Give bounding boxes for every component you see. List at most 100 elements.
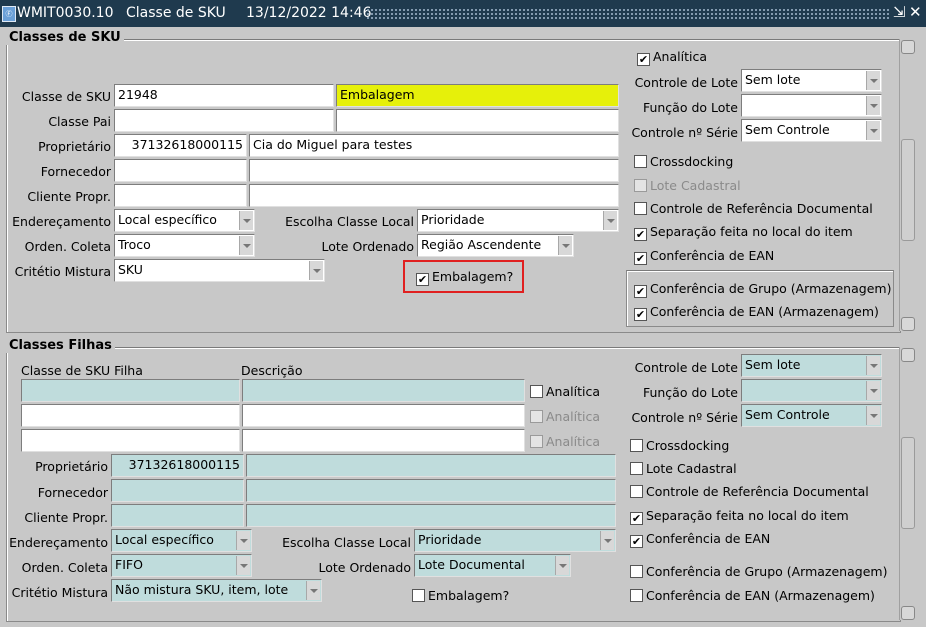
classe-sku-code-field[interactable]: 21948 — [114, 84, 334, 107]
checkbox-box[interactable] — [630, 462, 643, 475]
restore-icon[interactable]: ⇲ — [893, 3, 906, 21]
controle-serie-select[interactable]: Sem Controle — [741, 119, 882, 142]
filha-enderecamento-select[interactable]: Local específico — [111, 529, 252, 552]
chevron-down-icon[interactable] — [866, 381, 880, 400]
cliente-code-field[interactable] — [114, 184, 247, 207]
filha-controle-lote-label: Controle de Lote — [634, 360, 738, 375]
checkbox-box[interactable]: ✔ — [637, 53, 650, 66]
checkbox-box[interactable] — [630, 589, 643, 602]
conferencia-ean-checkbox[interactable]: ✔ Conferência de EAN — [634, 248, 774, 265]
checkbox-box[interactable]: ✔ — [630, 512, 643, 525]
sku-scrollbar[interactable] — [899, 39, 915, 331]
checkbox-box[interactable] — [630, 565, 643, 578]
chevron-down-icon[interactable] — [306, 581, 320, 600]
embalagem-checkbox[interactable]: ✔ Embalagem? — [416, 269, 513, 286]
filha-fornecedor-code — [111, 479, 244, 502]
checkbox-box[interactable]: ✔ — [634, 252, 647, 265]
chevron-down-icon[interactable] — [558, 236, 572, 255]
lote-ordenado-select[interactable]: Região Ascendente — [417, 234, 574, 257]
filha-lote-ordenado-select[interactable]: Lote Documental — [414, 554, 571, 577]
chevron-down-icon[interactable] — [236, 556, 250, 575]
enderecamento-select[interactable]: Local específico — [114, 209, 255, 232]
analitica-label: Analítica — [546, 409, 600, 424]
scroll-down-icon[interactable] — [901, 606, 915, 620]
scroll-up-icon[interactable] — [901, 348, 915, 362]
filha-funcao-lote-select[interactable] — [741, 379, 882, 402]
chevron-down-icon[interactable] — [236, 531, 250, 550]
controle-referencia-checkbox[interactable]: Controle de Referência Documental — [634, 201, 873, 216]
controle-lote-select[interactable]: Sem lote — [741, 69, 882, 92]
conferencia-ean-armazenagem-checkbox[interactable]: ✔ Conferência de EAN (Armazenagem) — [634, 304, 879, 321]
conferencia-grupo-checkbox[interactable]: ✔ Conferência de Grupo (Armazenagem) — [634, 281, 891, 298]
crossdocking-checkbox[interactable]: Crossdocking — [634, 154, 733, 169]
filha-fornecedor-desc — [246, 479, 616, 502]
filha-conferencia-grupo-checkbox[interactable]: Conferência de Grupo (Armazenagem) — [630, 564, 887, 579]
cliente-desc-field[interactable] — [249, 184, 619, 207]
classe-sku-desc-field[interactable]: Embalagem — [336, 84, 619, 107]
scroll-up-icon[interactable] — [901, 40, 915, 54]
orden-coleta-select[interactable]: Troco — [114, 234, 255, 257]
checkbox-box[interactable]: ✔ — [634, 285, 647, 298]
filha-row-3-code[interactable] — [21, 429, 240, 452]
filha-row-2-desc[interactable] — [242, 404, 525, 427]
fornecedor-desc-field[interactable] — [249, 159, 619, 182]
filha-enderecamento-label: Endereçamento — [9, 535, 108, 550]
filhas-scrollbar[interactable] — [899, 347, 915, 620]
chevron-down-icon[interactable] — [866, 71, 880, 90]
chevron-down-icon[interactable] — [866, 406, 880, 425]
classe-pai-code-field[interactable] — [114, 109, 334, 132]
filha-escolha-classe-local-label: Escolha Classe Local — [282, 535, 411, 550]
scroll-thumb[interactable] — [901, 139, 915, 241]
checkbox-box[interactable] — [634, 155, 647, 168]
filha-orden-coleta-label: Orden. Coleta — [21, 560, 108, 575]
scroll-down-icon[interactable] — [901, 317, 915, 331]
proprietario-code-field[interactable]: 37132618000115 — [114, 134, 247, 157]
chevron-down-icon[interactable] — [239, 236, 253, 255]
chevron-down-icon[interactable] — [866, 356, 880, 375]
filha-conferencia-ean-checkbox[interactable]: ✔ Conferência de EAN — [630, 531, 770, 548]
filha-controle-referencia-checkbox[interactable]: Controle de Referência Documental — [630, 484, 869, 499]
checkbox-box[interactable] — [630, 439, 643, 452]
filha-separacao-checkbox[interactable]: ✔ Separação feita no local do item — [630, 508, 849, 525]
close-icon[interactable]: ✕ — [909, 3, 922, 21]
filha-controle-lote-select[interactable]: Sem lote — [741, 354, 882, 377]
filha-crossdocking-checkbox[interactable]: Crossdocking — [630, 438, 729, 453]
filha-row-2-code[interactable] — [21, 404, 240, 427]
filha-criterio-mistura-select[interactable]: Não mistura SKU, item, lote — [111, 579, 322, 602]
proprietario-desc-field[interactable]: Cia do Miguel para testes — [249, 134, 619, 157]
checkbox-box[interactable]: ✔ — [630, 535, 643, 548]
funcao-lote-select[interactable] — [741, 94, 882, 117]
filha-row-1-analitica[interactable]: Analítica — [530, 384, 600, 399]
analitica-checkbox[interactable]: ✔ Analítica — [637, 49, 707, 66]
fornecedor-code-field[interactable] — [114, 159, 247, 182]
checkbox-box[interactable] — [630, 485, 643, 498]
filha-escolha-classe-local-select[interactable]: Prioridade — [414, 529, 616, 552]
checkbox-box[interactable]: ✔ — [634, 308, 647, 321]
filha-row-1-desc[interactable] — [242, 379, 525, 402]
escolha-classe-local-select[interactable]: Prioridade — [417, 209, 619, 232]
checkbox-box[interactable] — [634, 202, 647, 215]
filha-controle-serie-select[interactable]: Sem Controle — [741, 404, 882, 427]
filha-conferencia-ean-armazenagem-checkbox[interactable]: Conferência de EAN (Armazenagem) — [630, 588, 875, 603]
chevron-down-icon[interactable] — [866, 121, 880, 140]
chevron-down-icon[interactable] — [239, 211, 253, 230]
filha-orden-coleta-select[interactable]: FIFO — [111, 554, 252, 577]
checkbox-box[interactable] — [412, 589, 425, 602]
scroll-thumb[interactable] — [901, 437, 915, 529]
lote-cadastral-checkbox: Lote Cadastral — [634, 178, 741, 193]
filha-row-1-code[interactable] — [21, 379, 240, 402]
checkbox-box[interactable]: ✔ — [416, 273, 429, 286]
checkbox-box[interactable]: ✔ — [634, 228, 647, 241]
separacao-checkbox[interactable]: ✔ Separação feita no local do item — [634, 224, 853, 241]
chevron-down-icon[interactable] — [600, 531, 614, 550]
chevron-down-icon[interactable] — [555, 556, 569, 575]
criterio-mistura-select[interactable]: SKU — [114, 259, 325, 282]
chevron-down-icon[interactable] — [309, 261, 323, 280]
chevron-down-icon[interactable] — [603, 211, 617, 230]
checkbox-box[interactable] — [530, 385, 543, 398]
chevron-down-icon[interactable] — [866, 96, 880, 115]
classe-pai-desc-field[interactable] — [336, 109, 619, 132]
filha-row-3-desc[interactable] — [242, 429, 525, 452]
filha-embalagem-checkbox[interactable]: Embalagem? — [412, 588, 509, 603]
filha-lote-cadastral-checkbox[interactable]: Lote Cadastral — [630, 461, 737, 476]
